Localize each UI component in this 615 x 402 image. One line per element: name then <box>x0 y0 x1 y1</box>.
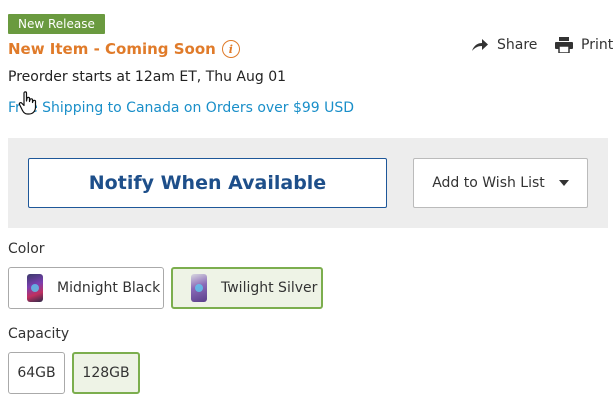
free-shipping-link[interactable]: Free Shipping to Canada on Orders over $… <box>8 100 354 116</box>
page-title: New Item - Coming Soon <box>8 40 216 58</box>
chevron-down-icon <box>558 180 569 186</box>
color-option-twilight-silver[interactable]: Twilight Silver <box>171 267 323 309</box>
printer-icon <box>555 37 573 53</box>
color-option-label: Twilight Silver <box>221 280 318 296</box>
hand-cursor-icon <box>18 91 37 115</box>
preorder-info: Preorder starts at 12am ET, Thu Aug 01 <box>8 69 287 85</box>
print-label: Print <box>581 37 614 53</box>
capacity-label: Capacity <box>8 326 70 342</box>
share-button[interactable]: Share <box>471 37 537 53</box>
purchase-action-panel: Notify When Available Add to Wish List <box>8 138 608 228</box>
phone-thumbnail-icon <box>191 274 207 302</box>
print-button[interactable]: Print <box>555 37 613 53</box>
capacity-option-label: 64GB <box>17 365 56 381</box>
add-to-wish-list-button[interactable]: Add to Wish List <box>413 158 588 208</box>
capacity-option-128gb[interactable]: 128GB <box>72 352 140 394</box>
phone-thumbnail-icon <box>27 274 43 302</box>
color-label: Color <box>8 241 45 257</box>
info-icon[interactable]: i <box>221 40 240 58</box>
capacity-option-64gb[interactable]: 64GB <box>8 352 65 394</box>
wish-list-label: Add to Wish List <box>432 175 545 191</box>
new-release-badge: New Release <box>8 14 105 34</box>
color-option-midnight-black[interactable]: Midnight Black <box>8 267 164 309</box>
capacity-option-label: 128GB <box>82 365 130 381</box>
title-row: New Item - Coming Soon i <box>8 40 240 58</box>
share-arrow-icon <box>472 39 488 51</box>
color-option-label: Midnight Black <box>57 280 161 296</box>
share-label: Share <box>497 37 538 53</box>
notify-when-available-button[interactable]: Notify When Available <box>28 158 387 208</box>
